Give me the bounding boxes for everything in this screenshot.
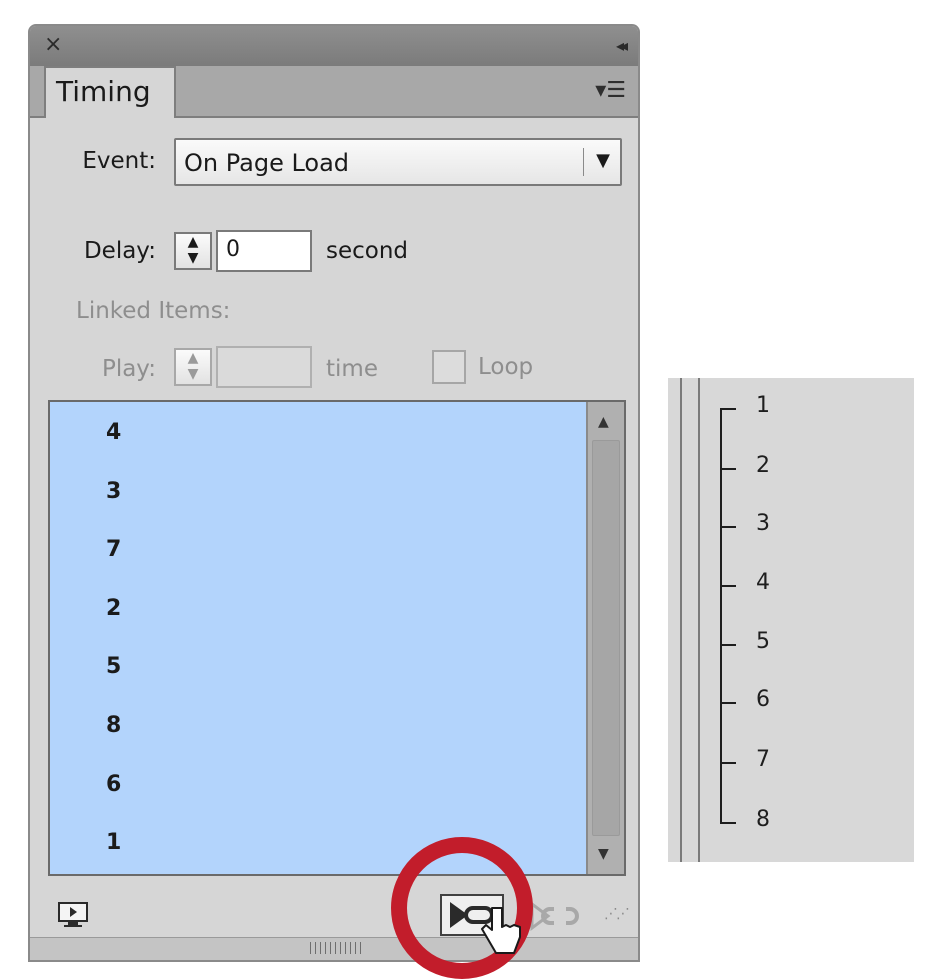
- divider-line: [680, 378, 682, 862]
- tree-item-label: 4: [756, 570, 770, 595]
- list-item[interactable]: 8: [106, 713, 121, 738]
- list-item[interactable]: 4: [106, 420, 121, 445]
- scroll-up-icon[interactable]: ▲: [598, 414, 609, 430]
- nested-order-panel: 1 2 3 4 5 6 7 8: [668, 378, 914, 862]
- tab-row: Timing ▾☰: [30, 66, 638, 118]
- delay-unit-label: second: [326, 238, 409, 264]
- tree-tick: [720, 702, 736, 704]
- unlink-timing-icon: [530, 901, 579, 931]
- event-dropdown[interactable]: On Page Load ▼: [174, 138, 622, 186]
- panel-menu-icon[interactable]: ▾☰: [595, 78, 626, 103]
- resize-handle[interactable]: [310, 942, 364, 954]
- event-dropdown-value: On Page Load: [184, 149, 350, 177]
- close-icon[interactable]: ×: [44, 34, 62, 56]
- tree-tick: [720, 822, 736, 824]
- list-item[interactable]: 5: [106, 654, 121, 679]
- tree-item-label: 2: [756, 453, 770, 478]
- dropdown-separator: [583, 148, 584, 176]
- play-unit-label: time: [326, 356, 378, 382]
- stepper-up-icon: ▲: [187, 350, 199, 366]
- divider-line: [698, 378, 700, 862]
- delay-label: Delay:: [83, 238, 156, 264]
- list-item[interactable]: 6: [106, 772, 121, 797]
- linked-items-list[interactable]: 4 3 7 2 5 8 6 1 ▲ ▼: [48, 400, 626, 876]
- hand-cursor-icon: [481, 907, 521, 954]
- stepper-down-icon[interactable]: ▼: [176, 250, 210, 266]
- unlink-timing-button[interactable]: [526, 896, 586, 936]
- panel-titlebar: × ◂◂: [30, 26, 638, 66]
- list-scrollbar[interactable]: ▲ ▼: [586, 402, 624, 874]
- list-item[interactable]: 1: [106, 830, 121, 855]
- scroll-down-icon[interactable]: ▼: [598, 846, 609, 862]
- loop-checkbox: [432, 350, 466, 384]
- timing-panel: × ◂◂ Timing ▾☰ Event: On Page Load ▼ Del…: [28, 24, 640, 962]
- play-label: Play:: [101, 356, 156, 382]
- tree-item-label: 1: [756, 393, 770, 418]
- preview-button[interactable]: [56, 900, 90, 930]
- tree-tick: [720, 762, 736, 764]
- linked-items-label: Linked Items:: [76, 298, 231, 324]
- panel-footer: ⋰⋰: [30, 880, 638, 940]
- preview-icon: [58, 902, 88, 927]
- collapse-icon[interactable]: ◂◂: [616, 36, 628, 55]
- resize-grip-icon[interactable]: ⋰⋰: [604, 906, 630, 922]
- tree-tick: [720, 585, 736, 587]
- tree-tick: [720, 468, 736, 470]
- stepper-up-icon[interactable]: ▲: [176, 234, 210, 250]
- list-item[interactable]: 3: [106, 479, 121, 504]
- tree-tick: [720, 644, 736, 646]
- list-item[interactable]: 2: [106, 596, 121, 621]
- tree-tick: [720, 526, 736, 528]
- tree-item-label: 8: [756, 807, 770, 832]
- delay-stepper[interactable]: ▲ ▼: [174, 232, 212, 270]
- loop-label: Loop: [478, 354, 534, 380]
- tab-timing-label: Timing: [56, 75, 151, 108]
- chevron-down-icon: ▼: [596, 150, 610, 171]
- tree-tick: [720, 408, 736, 410]
- panel-bottom-bar: [30, 937, 638, 960]
- delay-input[interactable]: 0: [216, 230, 312, 272]
- tree-item-label: 5: [756, 629, 770, 654]
- tab-timing[interactable]: Timing: [44, 66, 176, 118]
- play-input: [216, 346, 312, 388]
- play-stepper: ▲ ▼: [174, 348, 212, 386]
- stepper-down-icon: ▼: [187, 366, 199, 382]
- tree-item-label: 6: [756, 687, 770, 712]
- scrollbar-thumb[interactable]: [592, 440, 620, 836]
- event-label: Event:: [82, 148, 156, 174]
- tree-item-label: 3: [756, 511, 770, 536]
- tree-item-label: 7: [756, 747, 770, 772]
- list-item[interactable]: 7: [106, 537, 121, 562]
